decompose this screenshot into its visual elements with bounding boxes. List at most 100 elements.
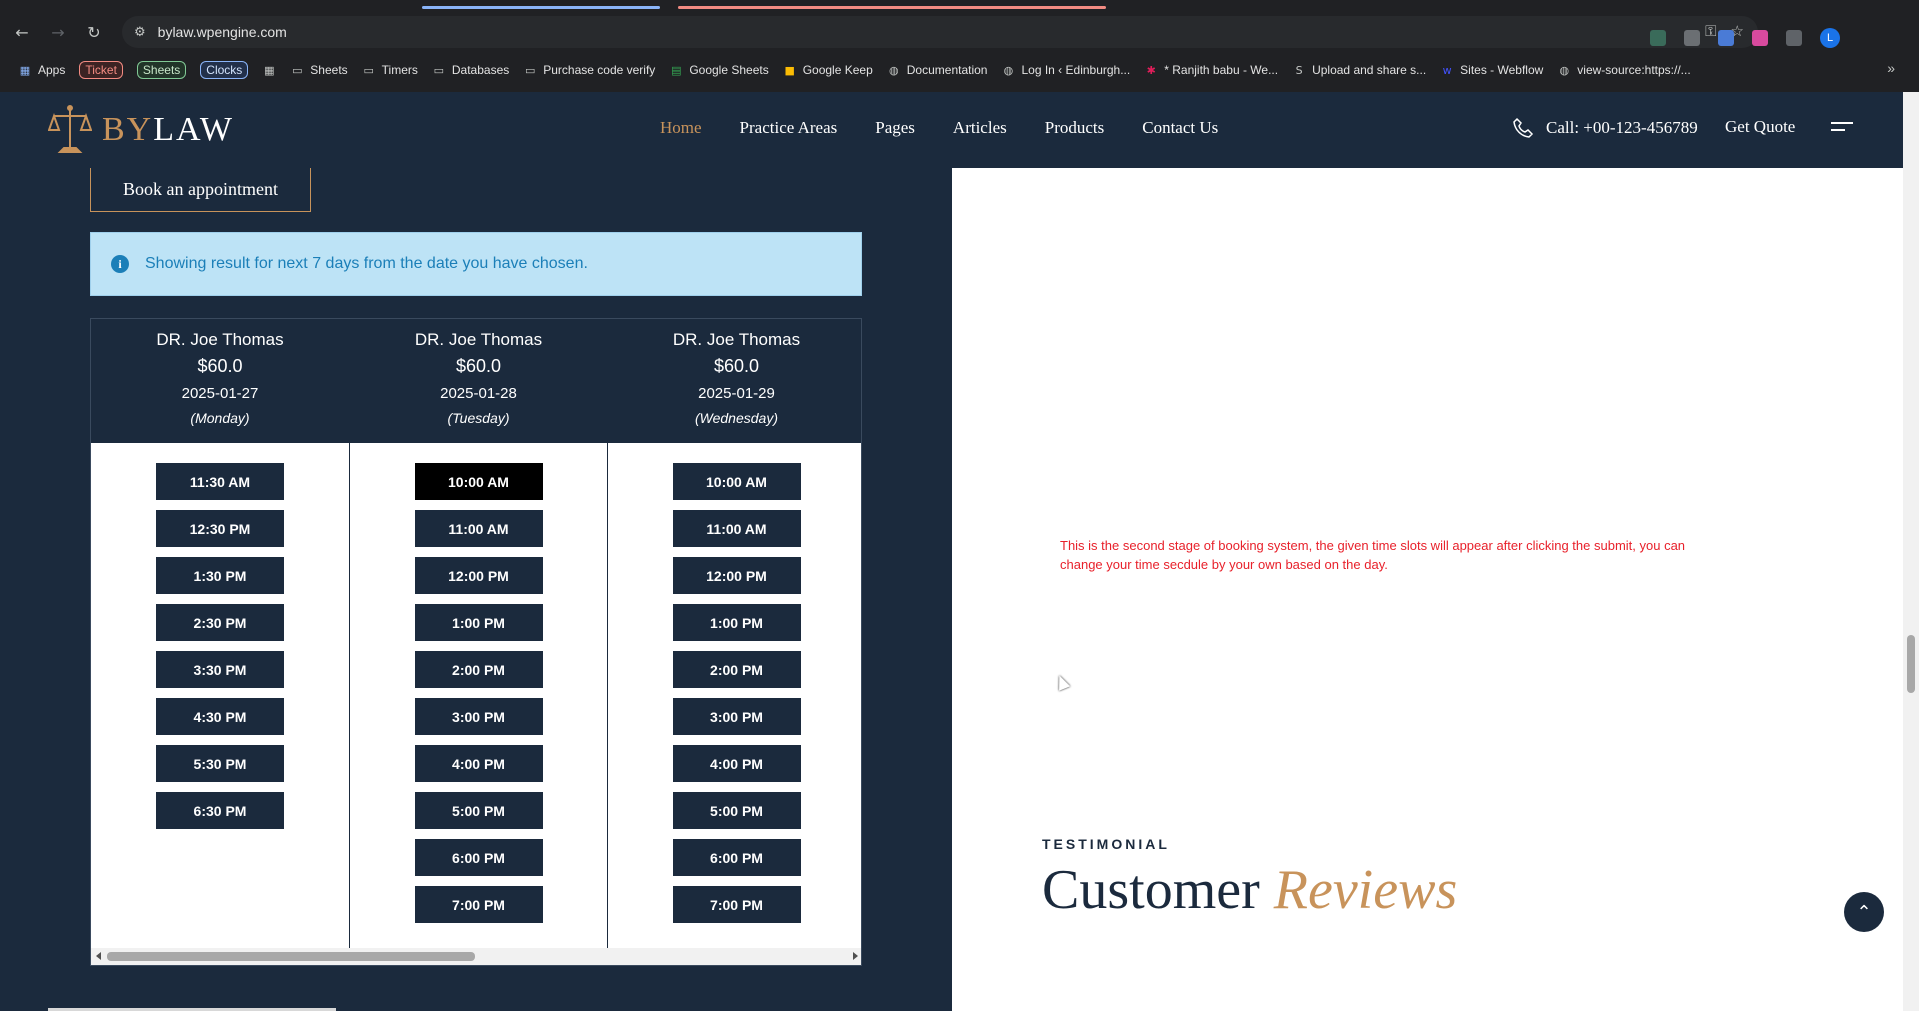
call-link[interactable]: Call: +00-123-456789 [1512, 117, 1698, 139]
time-slot-button[interactable]: 12:00 PM [414, 557, 543, 594]
bookmark-label[interactable]: Google Keep [803, 63, 873, 77]
time-slot-button[interactable]: 5:30 PM [156, 745, 284, 782]
bookmark-label[interactable]: Google Sheets [689, 63, 768, 77]
site-info-icon[interactable]: ⚙ [134, 25, 146, 40]
menu-item-practice-areas[interactable]: Practice Areas [740, 118, 838, 138]
time-slot-button[interactable]: 3:00 PM [672, 698, 801, 735]
bookmark-label[interactable]: Sheets [310, 63, 347, 77]
time-slot-button[interactable]: 12:00 PM [672, 557, 801, 594]
horizontal-scrollbar[interactable] [91, 948, 861, 965]
doctor-name: DR. Joe Thomas [156, 330, 284, 349]
day-column-header: DR. Joe Thomas $60.0 2025-01-29 (Wednesday) [608, 319, 861, 443]
time-slot-button[interactable]: 1:30 PM [156, 557, 284, 594]
time-slot-button[interactable]: 2:30 PM [156, 604, 284, 641]
bookmark-item[interactable]: ▭ Timers [362, 63, 418, 77]
bookmark-item[interactable]: ◍ Log In ‹ Edinburgh... [1001, 63, 1131, 77]
time-slot-button[interactable]: 4:00 PM [414, 745, 543, 782]
time-slot-button[interactable]: 12:30 PM [156, 510, 284, 547]
bookmark-label[interactable]: Sites - Webflow [1460, 63, 1543, 77]
bookmark-label[interactable]: Log In ‹ Edinburgh... [1021, 63, 1130, 77]
bookmark-item[interactable]: ▦ [262, 63, 276, 77]
time-slot-button[interactable]: 4:30 PM [156, 698, 284, 735]
time-slot-button[interactable]: 1:00 PM [672, 604, 801, 641]
bookmark-item[interactable]: Clocks [200, 61, 249, 79]
bookmark-label[interactable]: Purchase code verify [543, 63, 655, 77]
time-slot-button[interactable]: 2:00 PM [414, 651, 543, 688]
back-icon[interactable]: ← [8, 18, 36, 46]
bookmark-item[interactable]: ■ Google Keep [783, 63, 873, 77]
time-slot-button[interactable]: 3:30 PM [156, 651, 284, 688]
bookmarks-overflow-icon[interactable]: » [1887, 60, 1895, 76]
scroll-left-icon[interactable] [96, 952, 101, 960]
slot-list: 10:00 AM 11:00 AM 12:00 PM 1:00 PM 2:00 PM 3:… [608, 443, 861, 923]
back-to-top-button[interactable]: ⌃ [1844, 892, 1884, 932]
bookmark-chip[interactable]: Ticket [79, 61, 123, 79]
bookmark-item[interactable]: Ticket [79, 61, 123, 79]
bookmark-item[interactable]: w Sites - Webflow [1440, 63, 1544, 77]
bookmark-item[interactable]: ◍ Documentation [887, 63, 988, 77]
address-url[interactable]: bylaw.wpengine.com [158, 24, 287, 40]
menu-item-articles[interactable]: Articles [953, 118, 1007, 138]
reload-icon[interactable]: ↻ [80, 18, 108, 46]
time-slot-button[interactable]: 11:00 AM [672, 510, 801, 547]
time-slot-button[interactable]: 11:00 AM [414, 510, 543, 547]
book-appointment-button[interactable]: Book an appointment [90, 168, 311, 212]
bookmark-item[interactable]: ▦ Apps [18, 63, 66, 77]
extensions-puzzle-icon[interactable] [1786, 30, 1802, 46]
menu-item-home[interactable]: Home [660, 118, 702, 138]
bookmark-label[interactable]: Apps [38, 63, 65, 77]
time-slot-button[interactable]: 11:30 AM [156, 463, 284, 500]
time-slot-button[interactable]: 5:00 PM [414, 792, 543, 829]
website: BYLAW Home Practice Areas Pages Articles Pro… [0, 92, 1903, 1011]
time-slot-button[interactable]: 10:00 AM [414, 463, 543, 500]
menu-item-products[interactable]: Products [1045, 118, 1105, 138]
translate-icon[interactable] [1718, 30, 1734, 46]
bookmark-item[interactable]: ▭ Purchase code verify [523, 63, 655, 77]
forward-icon[interactable]: → [44, 18, 72, 46]
time-slot-button[interactable]: 2:00 PM [672, 651, 801, 688]
menu-item-contact-us[interactable]: Contact Us [1142, 118, 1218, 138]
profile-avatar[interactable]: L [1820, 28, 1840, 48]
menu-item-pages[interactable]: Pages [875, 118, 915, 138]
page-scrollbar[interactable] [1903, 92, 1919, 1011]
address-bar[interactable]: ⚙ bylaw.wpengine.com ⚿ ☆ [122, 16, 1758, 48]
bookmark-label[interactable]: Documentation [907, 63, 988, 77]
bookmark-item[interactable]: ▭ Sheets [290, 63, 348, 77]
time-slot-button[interactable]: 1:00 PM [414, 604, 543, 641]
site-logo[interactable]: BYLAW [48, 104, 234, 156]
tab-group-indicator-blue[interactable] [422, 6, 660, 9]
time-slot-button[interactable]: 4:00 PM [672, 745, 801, 782]
hamburger-menu-icon[interactable] [1831, 122, 1853, 136]
bookmark-chip[interactable]: Sheets [136, 61, 187, 79]
bookmark-label[interactable]: view-source:https://... [1577, 63, 1690, 77]
camera-icon[interactable] [1684, 30, 1700, 46]
bookmark-item[interactable]: ◍ view-source:https://... [1557, 63, 1690, 77]
time-slot-button[interactable]: 10:00 AM [672, 463, 801, 500]
bookmark-item[interactable]: ✱ * Ranjith babu - We... [1144, 63, 1278, 77]
bookmark-item[interactable]: ▤ Google Sheets [669, 63, 769, 77]
bookmark-label[interactable]: Databases [452, 63, 509, 77]
time-slot-button[interactable]: 7:00 PM [672, 886, 801, 923]
time-slot-button[interactable]: 3:00 PM [414, 698, 543, 735]
time-slot-button[interactable]: 5:00 PM [672, 792, 801, 829]
scrollbar-thumb[interactable] [107, 952, 475, 961]
bookmark-label[interactable]: Upload and share s... [1312, 63, 1426, 77]
get-quote-link[interactable]: Get Quote [1725, 117, 1795, 137]
time-slot-button[interactable]: 6:00 PM [414, 839, 543, 876]
extension-icon-1[interactable] [1650, 30, 1666, 46]
bookmark-chip[interactable]: Clocks [200, 61, 249, 79]
tab-group-indicator-red[interactable] [678, 6, 1106, 9]
bookmark-item[interactable]: Sheets [136, 61, 187, 79]
time-slot-button[interactable]: 7:00 PM [414, 886, 543, 923]
page-scrollbar-thumb[interactable] [1907, 635, 1915, 693]
bookmark-item[interactable]: S Upload and share s... [1292, 63, 1427, 77]
time-slot-button[interactable]: 6:30 PM [156, 792, 284, 829]
time-slot-button[interactable]: 6:00 PM [672, 839, 801, 876]
scroll-right-icon[interactable] [853, 952, 858, 960]
bookmark-label[interactable]: * Ranjith babu - We... [1164, 63, 1278, 77]
booking-panel: Book an appointment i Showing result for… [0, 168, 952, 1011]
bookmark-label[interactable]: Timers [382, 63, 418, 77]
call-label[interactable]: Call: +00-123-456789 [1546, 118, 1698, 138]
bookmark-item[interactable]: ▭ Databases [432, 63, 510, 77]
record-icon[interactable] [1752, 30, 1768, 46]
